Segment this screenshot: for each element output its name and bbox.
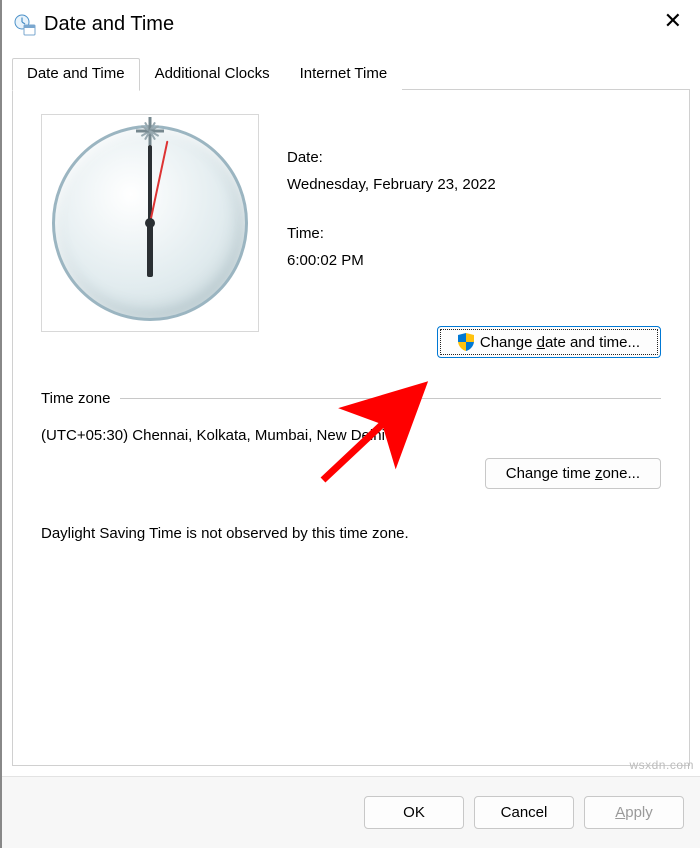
uac-shield-icon: [458, 333, 474, 351]
dst-note: Daylight Saving Time is not observed by …: [41, 525, 661, 542]
apply-button[interactable]: Apply: [584, 796, 684, 829]
date-value: Wednesday, February 23, 2022: [287, 171, 496, 198]
date-label: Date:: [287, 144, 496, 171]
close-icon[interactable]: ✕: [664, 10, 682, 32]
tab-additional-clocks[interactable]: Additional Clocks: [140, 58, 285, 90]
time-label: Time:: [287, 220, 496, 247]
clock-hour-hand: [147, 223, 153, 277]
tab-strip: Date and Time Additional Clocks Internet…: [2, 58, 700, 90]
analog-clock: [41, 114, 259, 332]
datetime-row: Date: Wednesday, February 23, 2022 Time:…: [41, 114, 661, 332]
change-timezone-button[interactable]: Change time zone...: [485, 458, 661, 489]
window-title: Date and Time: [44, 13, 174, 36]
watermark: wsxdn.com: [629, 758, 694, 772]
date-time-icon: [14, 14, 36, 36]
timezone-value: (UTC+05:30) Chennai, Kolkata, Mumbai, Ne…: [41, 427, 661, 444]
change-date-time-label: Change date and time...: [480, 334, 640, 351]
tab-date-and-time[interactable]: Date and Time: [12, 58, 140, 91]
ok-button[interactable]: OK: [364, 796, 464, 829]
datetime-info: Date: Wednesday, February 23, 2022 Time:…: [287, 114, 496, 332]
timezone-section-header: Time zone: [41, 390, 661, 407]
time-value: 6:00:02 PM: [287, 247, 496, 274]
change-timezone-label: Change time zone...: [506, 465, 640, 482]
date-and-time-window: Date and Time ✕ Date and Time Additional…: [0, 0, 700, 848]
tab-internet-time[interactable]: Internet Time: [285, 58, 403, 90]
titlebar: Date and Time ✕: [2, 0, 700, 48]
cancel-button[interactable]: Cancel: [474, 796, 574, 829]
dialog-footer: OK Cancel Apply: [2, 776, 700, 848]
timezone-header-label: Time zone: [41, 390, 110, 407]
change-date-time-button[interactable]: Change date and time...: [437, 326, 661, 358]
tab-panel-date-and-time: Date: Wednesday, February 23, 2022 Time:…: [12, 90, 690, 766]
apply-label: Apply: [615, 804, 653, 821]
divider: [120, 398, 661, 399]
